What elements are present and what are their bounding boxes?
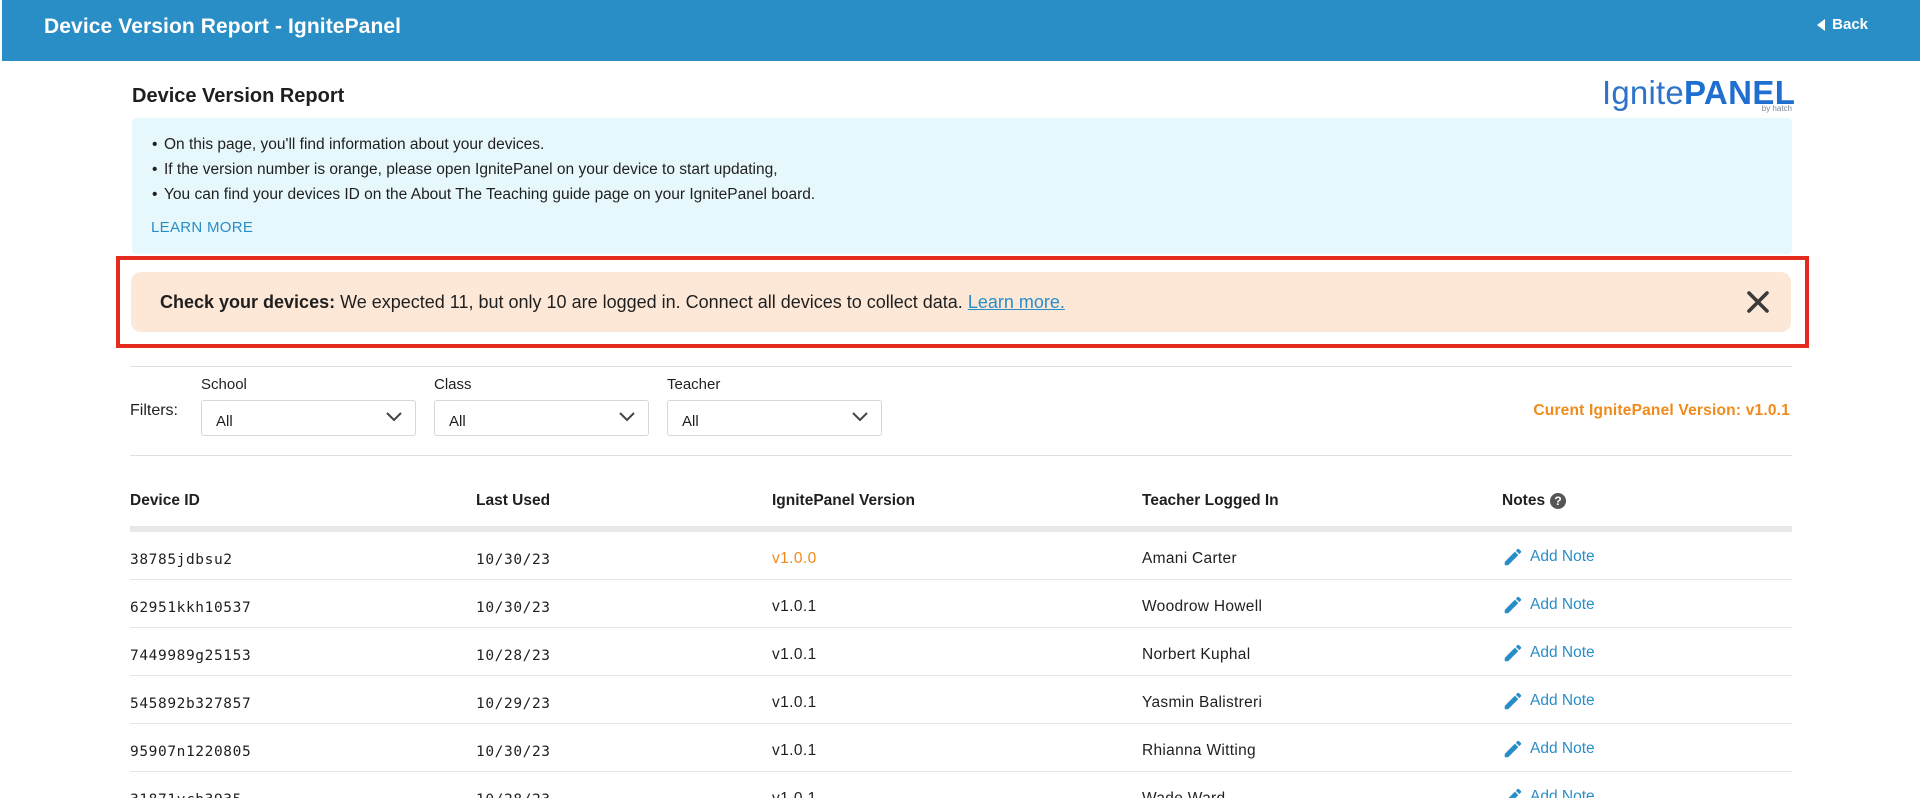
add-note-label: Add Note [1530, 596, 1595, 613]
version-cell: v1.0.1 [772, 742, 817, 759]
last-used-cell: 10/30/23 [476, 552, 551, 568]
device-id-cell: 95907n1220805 [130, 744, 252, 760]
chevron-down-icon [852, 412, 868, 422]
version-cell: v1.0.1 [772, 598, 817, 615]
last-used-cell: 10/29/23 [476, 696, 551, 712]
teacher-select-value: All [682, 413, 699, 430]
column-header-teacher: Teacher Logged In [1142, 492, 1279, 509]
class-filter: Class All [434, 376, 649, 436]
column-header-last-used: Last Used [476, 492, 551, 509]
divider [130, 455, 1792, 456]
column-header-version: IgnitePanel Version [772, 492, 915, 509]
class-select-value: All [449, 413, 466, 430]
teacher-filter-label: Teacher [667, 376, 721, 393]
teacher-cell: Yasmin Balistreri [1142, 694, 1263, 711]
pencil-icon [1504, 596, 1522, 614]
pencil-icon [1504, 740, 1522, 758]
back-label: Back [1832, 16, 1868, 33]
ignitepanel-logo: IgnitePANEL by hatch [1602, 74, 1795, 114]
pencil-icon [1504, 644, 1522, 662]
class-select[interactable]: All [434, 400, 649, 436]
window-title: Device Version Report - IgnitePanel [44, 15, 402, 38]
school-filter: School All [201, 376, 416, 436]
close-icon[interactable] [1745, 289, 1771, 315]
teacher-cell: Wade Ward [1142, 790, 1225, 798]
column-header-notes: Notes ? [1502, 492, 1567, 510]
device-alert-banner: Check your devices: We expected 11, but … [131, 272, 1791, 332]
info-list: • On this page, you'll find information a… [152, 132, 815, 207]
logo-text-ignite: Ignite [1602, 74, 1684, 111]
add-note-label: Add Note [1530, 548, 1595, 565]
add-note-label: Add Note [1530, 692, 1595, 709]
add-note-label: Add Note [1530, 644, 1595, 661]
add-note-button[interactable]: Add Note [1502, 546, 1595, 568]
notes-header-label: Notes [1502, 492, 1546, 509]
device-id-cell: 38785jdbsu2 [130, 552, 233, 568]
version-cell: v1.0.1 [772, 646, 817, 663]
info-bullet: • If the version number is orange, please… [152, 161, 778, 178]
add-note-button[interactable]: Add Note [1502, 642, 1595, 664]
version-cell: v1.0.1 [772, 694, 817, 711]
pencil-icon [1508, 788, 1522, 798]
table-row: 62951kkh10537 10/30/23 v1.0.1 Woodrow Howel… [130, 580, 1792, 628]
pencil-icon [1504, 692, 1522, 710]
chevron-down-icon [386, 412, 402, 422]
top-bar: Device Version Report - IgnitePanel Back [2, 0, 1920, 61]
add-note-label: Add Note [1530, 788, 1595, 798]
add-note-button[interactable]: Add Note [1502, 594, 1595, 616]
add-note-button[interactable]: Add Note [1502, 738, 1595, 760]
device-id-cell: 31871ycb3935 [130, 792, 242, 798]
school-select-value: All [216, 413, 233, 430]
version-cell: v1.0.1 [772, 790, 817, 798]
device-id-cell: 7449989g25153 [130, 648, 252, 664]
teacher-select[interactable]: All [667, 400, 882, 436]
table-row: 7449989g25153 10/28/23 v1.0.1 Norbert Kupha… [130, 628, 1792, 676]
info-bullet: • On this page, you'll find information a… [152, 136, 545, 153]
last-used-cell: 10/28/23 [476, 792, 551, 798]
school-filter-label: School [201, 376, 247, 393]
table-row: 38785jdbsu2 10/30/23 v1.0.0 Amani Carter Add… [130, 532, 1792, 580]
table-row: 95907n1220805 10/30/23 v1.0.1 Rhianna Witti… [130, 724, 1792, 772]
teacher-cell: Norbert Kuphal [1142, 646, 1251, 663]
divider [130, 366, 1792, 367]
add-note-label: Add Note [1530, 740, 1595, 757]
table-row: 545892b327857 10/29/23 v1.0.1 Yasmin Balist… [130, 676, 1792, 724]
back-arrow-icon [1817, 18, 1826, 31]
add-note-button[interactable]: Add Note [1502, 690, 1595, 712]
column-header-device-id: Device ID [130, 492, 200, 509]
class-filter-label: Class [434, 376, 472, 393]
last-used-cell: 10/28/23 [476, 648, 551, 664]
teacher-filter: Teacher All [667, 376, 882, 436]
page-title: Device Version Report [132, 85, 345, 107]
logo-tagline: by hatch [1761, 104, 1792, 113]
help-icon[interactable]: ? [1550, 493, 1567, 509]
school-select[interactable]: All [201, 400, 416, 436]
version-cell: v1.0.0 [772, 550, 817, 567]
device-id-cell: 62951kkh10537 [130, 600, 252, 616]
last-used-cell: 10/30/23 [476, 600, 551, 616]
current-version-label: Curent IgnitePanel Version: v1.0.1 [1533, 402, 1790, 419]
teacher-cell: Amani Carter [1142, 550, 1237, 567]
back-button[interactable]: Back [1817, 16, 1868, 33]
add-note-button[interactable]: Add Note [1502, 786, 1595, 798]
alert-title: Check your devices: [160, 292, 336, 312]
table-row: 31871ycb3935 10/28/23 v1.0.1 Wade Ward Add N… [130, 772, 1792, 798]
info-bullet: • You can find your devices ID on the Abo… [152, 186, 816, 203]
alert-message: Check your devices: We expected 11, but … [160, 292, 1065, 313]
info-box: • On this page, you'll find information a… [132, 118, 1792, 254]
alert-text: We expected 11, but only 10 are logged i… [335, 292, 968, 312]
last-used-cell: 10/30/23 [476, 744, 551, 760]
pencil-icon [1504, 548, 1522, 566]
teacher-cell: Woodrow Howell [1142, 598, 1263, 615]
device-id-cell: 545892b327857 [130, 696, 252, 712]
teacher-cell: Rhianna Witting [1142, 742, 1256, 759]
learn-more-link[interactable]: LEARN MORE [151, 219, 253, 236]
filters-label: Filters: [130, 402, 178, 419]
alert-learn-more-link[interactable]: Learn more. [968, 292, 1065, 312]
chevron-down-icon [619, 412, 635, 422]
